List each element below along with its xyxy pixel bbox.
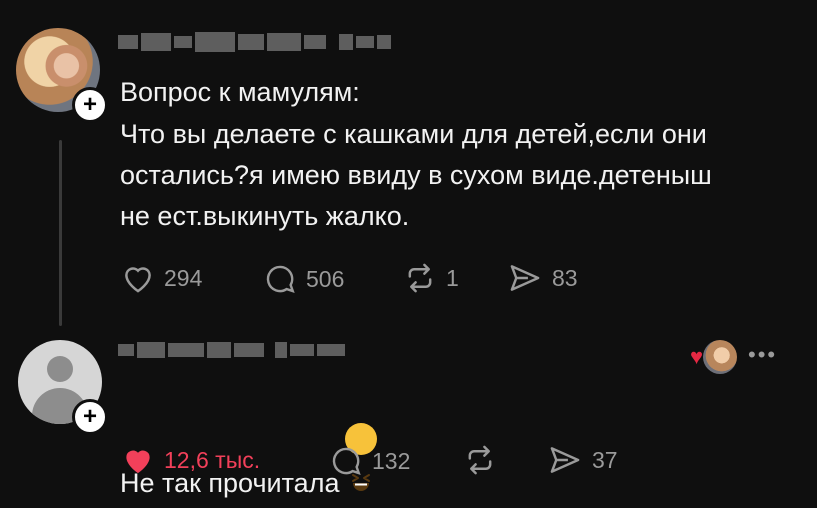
share-icon <box>510 265 540 291</box>
comment-icon <box>332 447 361 475</box>
reply-comment-button[interactable]: 132 <box>328 444 410 478</box>
heart-icon <box>125 267 151 293</box>
share-count: 83 <box>552 264 578 291</box>
default-avatar-head <box>47 356 73 382</box>
comment-count: 506 <box>306 265 345 292</box>
comment-button[interactable]: 506 <box>262 262 344 296</box>
reply-share-button[interactable]: 37 <box>546 444 618 476</box>
liked-by-author-indicator[interactable]: ♥ <box>690 340 738 374</box>
author-mini-avatar <box>703 340 738 374</box>
reply-like-count: 12,6 тыс. <box>164 446 261 473</box>
heart-filled-icon: ♥ <box>690 344 704 369</box>
repost-icon <box>468 445 492 475</box>
reply-author-name-blurred[interactable] <box>118 342 345 358</box>
reply-follow-plus-button[interactable]: + <box>72 399 108 435</box>
thread-line <box>59 140 62 326</box>
more-options-button[interactable]: ••• <box>748 342 777 368</box>
author-name-blurred[interactable] <box>118 32 391 52</box>
share-button[interactable]: 83 <box>506 262 578 294</box>
repost-icon <box>408 263 432 293</box>
like-count: 294 <box>164 264 203 291</box>
reply-share-count: 37 <box>592 446 618 473</box>
reply-text-line: Не так прочитала <box>120 382 378 504</box>
reply-repost-button[interactable] <box>462 444 498 476</box>
post-body: Что вы делаете с кашками для детей,если … <box>120 119 712 231</box>
repost-button[interactable]: 1 <box>402 262 459 294</box>
reply-comment-count: 132 <box>372 447 411 474</box>
repost-count: 1 <box>446 264 459 291</box>
heart-filled-icon <box>126 450 150 474</box>
reply-like-button[interactable]: 12,6 тыс. <box>120 444 260 476</box>
like-button[interactable]: 294 <box>120 262 202 294</box>
comment-icon <box>266 265 295 293</box>
follow-plus-button[interactable]: + <box>72 87 108 123</box>
post-title: Вопрос к мамулям: <box>120 77 360 107</box>
share-icon <box>550 447 580 473</box>
